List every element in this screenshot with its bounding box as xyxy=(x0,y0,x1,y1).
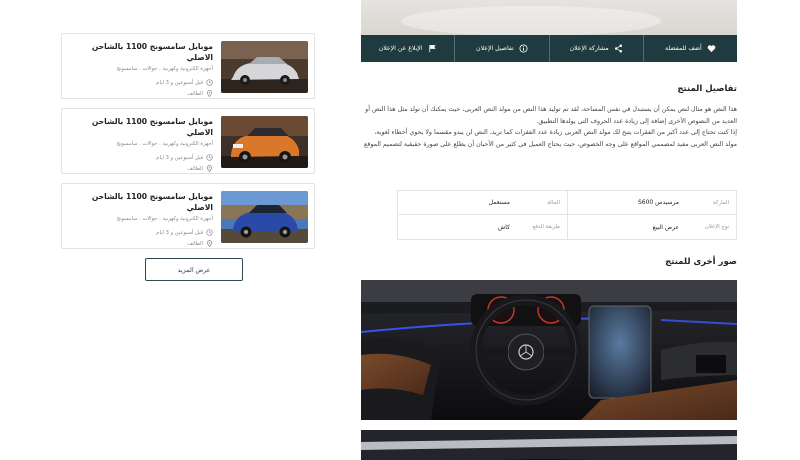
main-content: تفاصيل المنتج هذا النص هو مثال لنص يمكن … xyxy=(361,0,737,460)
product-details-title: تفاصيل المنتج xyxy=(677,84,737,94)
listing-thumbnail[interactable] xyxy=(221,191,308,243)
listing-location-text: الطائف xyxy=(187,90,203,97)
description-paragraph-2: إذا كنت تحتاج إلى عدد أكبر من الفقرات يت… xyxy=(363,129,737,148)
clock-icon xyxy=(206,79,213,86)
listing-location: الطائف xyxy=(68,240,213,247)
show-more-button[interactable]: عرض المزيد xyxy=(145,258,243,281)
product-description: هذا النص هو مثال لنص يمكن أن يستبدل في ن… xyxy=(361,104,737,150)
listing-card[interactable]: موبايل سامسونج 1100 بالشاحن الاصلي أجهزة… xyxy=(61,108,315,174)
listing-time-text: قبل أسبوعين و 3 ايام xyxy=(156,229,203,236)
listing-title[interactable]: موبايل سامسونج 1100 بالشاحن الاصلي xyxy=(68,41,213,63)
listing-title[interactable]: موبايل سامسونج 1100 بالشاحن الاصلي xyxy=(68,191,213,213)
listing-location-text: الطائف xyxy=(187,240,203,247)
listing-category: أجهزة الكترونية وكهربية . جوالات . سامسو… xyxy=(116,66,213,72)
listing-info: موبايل سامسونج 1100 بالشاحن الاصلي أجهزة… xyxy=(68,191,213,247)
spec-key: الحالة xyxy=(547,199,560,206)
spec-value: مرسيدس S600 xyxy=(637,199,679,206)
spec-key: طريقة الدفع xyxy=(532,224,560,230)
spec-ad-type: نوع الإعلان عرض البيع xyxy=(567,215,736,239)
listing-time-text: قبل أسبوعين و 3 ايام xyxy=(156,154,203,161)
spec-condition: الحالة مستعمل xyxy=(398,191,567,215)
listing-info: موبايل سامسونج 1100 بالشاحن الاصلي أجهزة… xyxy=(68,41,213,97)
spec-brand: الماركة مرسيدس S600 xyxy=(567,191,736,215)
related-listings: موبايل سامسونج 1100 بالشاحن الاصلي أجهزة… xyxy=(61,33,315,258)
clock-icon xyxy=(206,154,213,161)
listing-card[interactable]: موبايل سامسونج 1100 بالشاحن الاصلي أجهزة… xyxy=(61,33,315,99)
spec-value: عرض البيع xyxy=(652,223,679,231)
listing-thumbnail[interactable] xyxy=(221,116,308,168)
listing-location: الطائف xyxy=(68,90,213,97)
listing-time: قبل أسبوعين و 3 ايام xyxy=(68,229,213,236)
listing-category: أجهزة الكترونية وكهربية . جوالات . سامسو… xyxy=(116,216,213,222)
interior-photo-2[interactable] xyxy=(361,430,737,460)
clock-icon xyxy=(206,229,213,236)
spec-payment: طريقة الدفع كاش xyxy=(398,215,567,239)
spec-value: كاش xyxy=(497,223,510,231)
listing-thumbnail[interactable] xyxy=(221,41,308,93)
listing-info: موبايل سامسونج 1100 بالشاحن الاصلي أجهزة… xyxy=(68,116,213,172)
location-pin-icon xyxy=(206,165,213,172)
listing-location: الطائف xyxy=(68,165,213,172)
location-pin-icon xyxy=(206,240,213,247)
location-pin-icon xyxy=(206,90,213,97)
interior-photo[interactable] xyxy=(361,280,737,420)
listing-card[interactable]: موبايل سامسونج 1100 بالشاحن الاصلي أجهزة… xyxy=(61,183,315,249)
listing-title[interactable]: موبايل سامسونج 1100 بالشاحن الاصلي xyxy=(68,116,213,138)
listing-time: قبل أسبوعين و 3 ايام xyxy=(68,79,213,86)
more-photos-title: صور أخرى للمنتج xyxy=(665,257,737,267)
listing-time-text: قبل أسبوعين و 3 ايام xyxy=(156,79,203,86)
specs-table: الماركة مرسيدس S600 الحالة مستعمل نوع ال… xyxy=(397,190,737,240)
listing-category: أجهزة الكترونية وكهربية . جوالات . سامسو… xyxy=(116,141,213,147)
description-paragraph-1: هذا النص هو مثال لنص يمكن أن يستبدل في ن… xyxy=(365,106,737,125)
listing-time: قبل أسبوعين و 3 ايام xyxy=(68,154,213,161)
spec-key: الماركة xyxy=(713,199,729,206)
spec-value: مستعمل xyxy=(488,199,510,206)
spec-key: نوع الإعلان xyxy=(704,224,729,230)
listing-location-text: الطائف xyxy=(187,165,203,172)
